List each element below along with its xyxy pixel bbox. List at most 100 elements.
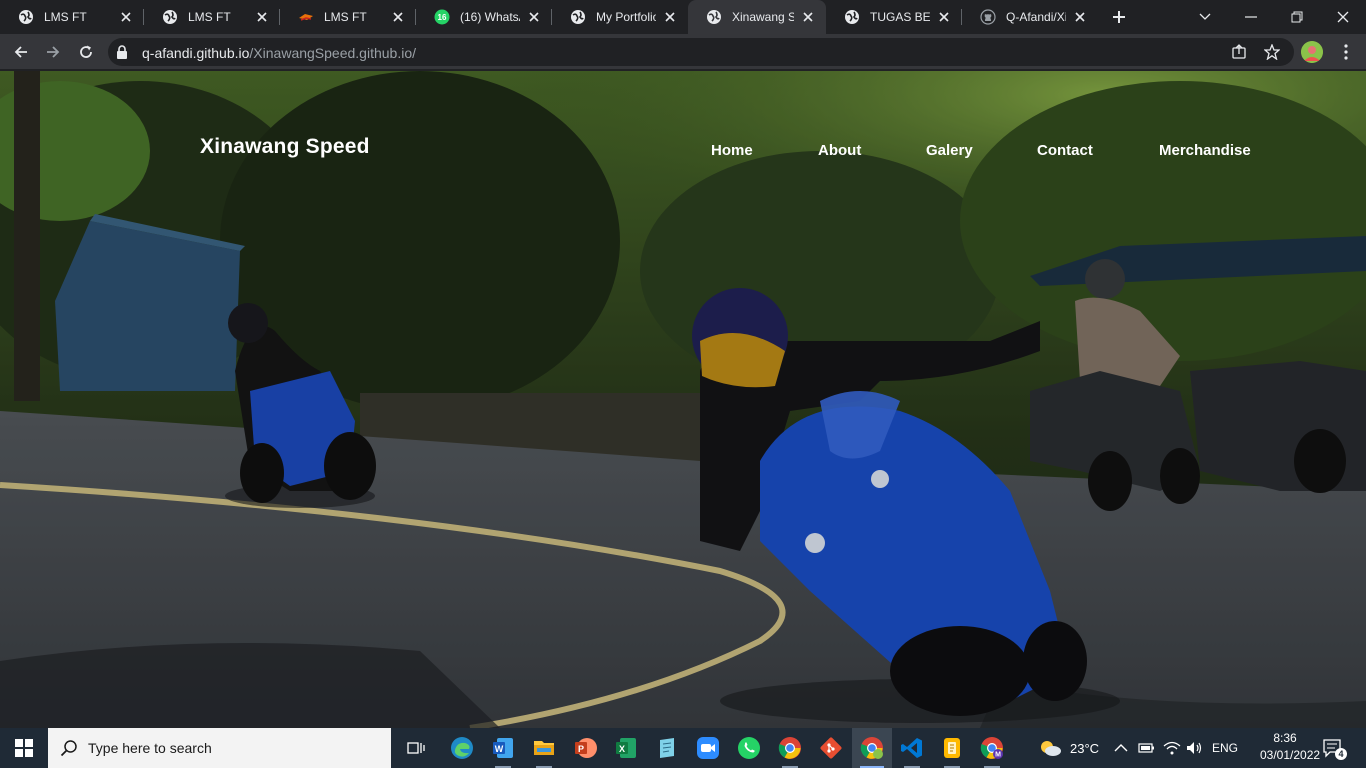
tab-title: My Portfolio <box>596 10 656 24</box>
tab-title: Q-Afandi/XinawangSpeed <box>1006 10 1066 24</box>
git-icon <box>820 737 842 759</box>
more-vert-icon <box>1344 44 1348 60</box>
nav-link-about[interactable]: About <box>818 142 861 159</box>
chrome-icon <box>778 737 801 759</box>
browser-menu-button[interactable] <box>1334 40 1358 64</box>
volume-indicator[interactable] <box>1186 728 1204 768</box>
close-icon[interactable] <box>662 9 678 25</box>
close-icon[interactable] <box>118 9 134 25</box>
hero-background-image <box>0 71 1366 728</box>
vscode-app[interactable] <box>892 728 932 768</box>
reload-button[interactable] <box>74 40 98 64</box>
forward-button[interactable] <box>41 40 65 64</box>
battery-indicator[interactable] <box>1138 728 1156 768</box>
restore-button[interactable] <box>1274 0 1320 34</box>
nav-link-contact[interactable]: Contact <box>1037 142 1093 159</box>
chrome-profile-m-app[interactable]: M <box>972 728 1012 768</box>
whatsapp-app[interactable] <box>729 728 769 768</box>
site-brand-logo[interactable]: Xinawang Speed <box>200 135 370 159</box>
vscode-icon <box>901 738 922 758</box>
word-icon: W <box>493 738 513 758</box>
taskbar-search-box[interactable]: Type here to search <box>48 728 391 768</box>
nav-link-galery[interactable]: Galery <box>926 142 973 159</box>
tab-my-portfolio[interactable]: My Portfolio <box>552 0 688 34</box>
chevron-up-icon <box>1114 744 1128 752</box>
tab-search-button[interactable] <box>1182 0 1228 34</box>
lock-icon[interactable] <box>116 45 128 64</box>
system-clock[interactable]: 8:36 03/01/2022 <box>1260 730 1321 764</box>
globe-icon <box>706 9 722 25</box>
chrome-profile-app[interactable] <box>852 728 892 768</box>
notepad-icon <box>660 738 674 758</box>
tab-whatsapp[interactable]: 16 (16) WhatsApp <box>416 0 552 34</box>
close-icon <box>1337 11 1349 23</box>
search-placeholder: Type here to search <box>88 740 212 756</box>
url-path: /XinawangSpeed.github.io/ <box>249 45 416 61</box>
tab-title: (16) WhatsApp <box>460 10 520 24</box>
tab-tugas-besar[interactable]: TUGAS BESAR <box>826 0 962 34</box>
minimize-button[interactable] <box>1228 0 1274 34</box>
address-bar[interactable]: q-afandi.github.io/XinawangSpeed.github.… <box>108 38 1294 66</box>
tab-github-repo[interactable]: Q-Afandi/XinawangSpeed <box>962 0 1098 34</box>
zoom-app[interactable] <box>688 728 728 768</box>
tab-title: Xinawang Speed <box>732 10 794 24</box>
nav-link-merchandise[interactable]: Merchandise <box>1159 142 1251 159</box>
notifications-button[interactable]: 4 <box>1322 728 1347 768</box>
tab-lms-ft-1[interactable]: LMS FT <box>0 0 144 34</box>
close-window-button[interactable] <box>1320 0 1366 34</box>
powerpoint-icon: P <box>575 738 597 758</box>
globe-icon <box>844 9 860 25</box>
chrome-app[interactable] <box>770 728 810 768</box>
zoom-icon <box>697 737 719 759</box>
file-explorer-app[interactable] <box>524 728 564 768</box>
close-icon[interactable] <box>526 9 542 25</box>
folder-icon <box>534 741 554 755</box>
chevron-down-icon <box>1199 13 1211 20</box>
excel-app[interactable]: X <box>606 728 646 768</box>
word-app[interactable]: W <box>483 728 523 768</box>
tab-xinawang-speed[interactable]: Xinawang Speed <box>688 0 826 34</box>
minimize-icon <box>1245 16 1257 18</box>
share-button[interactable] <box>1230 43 1248 61</box>
close-icon[interactable] <box>254 9 270 25</box>
back-button[interactable] <box>9 40 33 64</box>
wifi-icon <box>1163 741 1181 755</box>
network-indicator[interactable] <box>1163 728 1181 768</box>
close-icon[interactable] <box>1072 9 1088 25</box>
weather-widget[interactable]: 23°C <box>1038 728 1099 768</box>
search-icon <box>60 738 80 758</box>
globe-icon <box>162 9 178 25</box>
bookmark-button[interactable] <box>1263 43 1281 61</box>
reload-icon <box>80 45 92 58</box>
whatsapp-icon: 16 <box>434 9 450 25</box>
clock-date: 03/01/2022 <box>1260 748 1321 762</box>
close-icon[interactable] <box>390 9 406 25</box>
task-view-icon <box>407 742 425 754</box>
close-icon[interactable] <box>936 9 952 25</box>
profile-avatar[interactable] <box>1301 41 1323 63</box>
svg-text:X: X <box>619 744 625 754</box>
input-language-indicator[interactable]: ENG <box>1212 728 1238 768</box>
close-icon[interactable] <box>800 9 816 25</box>
tab-title: TUGAS BESAR <box>870 10 930 24</box>
powerpoint-app[interactable]: P <box>565 728 605 768</box>
start-button[interactable] <box>0 728 48 768</box>
plus-icon <box>1113 11 1125 23</box>
nav-link-home[interactable]: Home <box>711 142 753 159</box>
task-view-button[interactable] <box>396 728 436 768</box>
notification-count-badge: 4 <box>1335 748 1347 760</box>
tab-title: LMS FT <box>188 10 231 24</box>
notes-app[interactable] <box>932 728 972 768</box>
arrow-left-icon <box>14 46 27 58</box>
language-label: ENG <box>1212 741 1239 755</box>
volume-icon <box>1187 742 1202 754</box>
tab-lms-ft-3[interactable]: LMS FT <box>280 0 416 34</box>
new-tab-button[interactable] <box>1109 7 1129 27</box>
edge-app[interactable] <box>442 728 482 768</box>
tab-lms-ft-2[interactable]: LMS FT <box>144 0 280 34</box>
browser-tab-strip: LMS FT LMS FT LMS FT 16 (16) WhatsApp My… <box>0 0 1366 34</box>
git-app[interactable] <box>811 728 851 768</box>
notepad-app[interactable] <box>647 728 687 768</box>
show-hidden-icons-button[interactable] <box>1114 728 1128 768</box>
edge-icon <box>451 737 473 759</box>
